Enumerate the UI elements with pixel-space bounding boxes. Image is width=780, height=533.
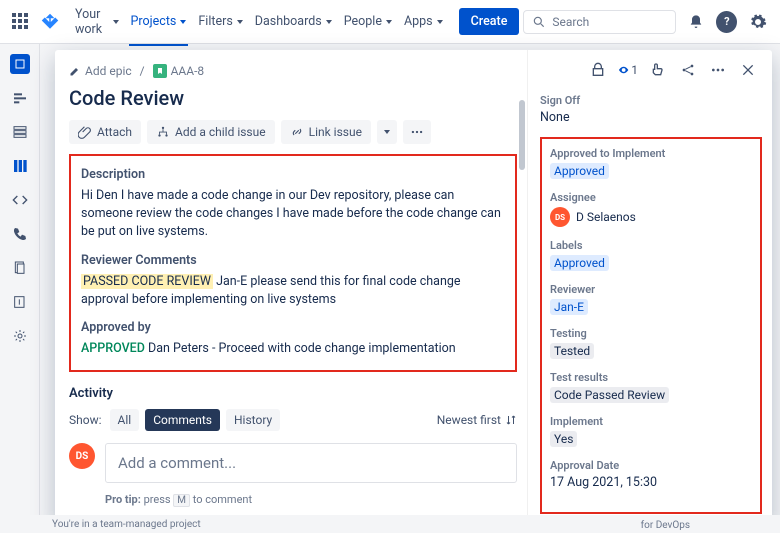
attachment-icon <box>78 125 92 139</box>
link-dropdown-button[interactable] <box>377 120 397 144</box>
chevron-down-icon <box>384 130 390 134</box>
field-label: Assignee <box>550 191 752 204</box>
issue-actions-icon[interactable] <box>708 60 728 80</box>
nav-your-work[interactable]: Your work <box>69 1 125 43</box>
activity-heading: Activity <box>69 386 517 401</box>
project-settings-icon[interactable] <box>10 326 30 346</box>
issue-title[interactable]: Code Review <box>69 86 517 110</box>
nav-filters[interactable]: Filters <box>192 8 248 35</box>
signoff-label: Sign Off <box>540 94 762 107</box>
child-issue-icon <box>156 125 170 139</box>
link-issue-button[interactable]: Link issue <box>281 120 371 144</box>
tab-all[interactable]: All <box>110 409 140 431</box>
approved-by-text: Dan Peters - Proceed with code change im… <box>148 341 456 356</box>
phone-icon[interactable] <box>10 224 30 244</box>
field-label: Reviewer <box>550 283 752 296</box>
field-value[interactable]: Tested <box>550 343 594 359</box>
devops-chip: for DevOps <box>641 520 690 531</box>
scrollbar-thumb[interactable] <box>519 100 525 170</box>
show-label: Show: <box>69 413 102 427</box>
field-value[interactable]: Jan-E <box>550 299 588 315</box>
search-placeholder: Search <box>552 15 589 29</box>
sort-icon <box>505 414 517 426</box>
approved-by-heading: Approved by <box>81 319 505 337</box>
current-user-avatar: DS <box>69 443 95 469</box>
field-value[interactable]: Approved <box>550 163 609 179</box>
field-value[interactable]: Approved <box>550 255 609 271</box>
vote-icon[interactable] <box>648 60 668 80</box>
chevron-down-icon <box>386 20 392 24</box>
add-comment-input[interactable]: Add a comment... <box>105 443 517 483</box>
project-avatar-icon[interactable] <box>10 54 30 74</box>
watch-count: 1 <box>631 63 638 77</box>
lock-icon[interactable] <box>588 60 608 80</box>
add-shortcut-icon[interactable] <box>10 292 30 312</box>
chevron-down-icon <box>113 20 119 24</box>
more-actions-button[interactable] <box>403 120 431 144</box>
search-input[interactable]: Search <box>523 10 675 34</box>
description-heading: Description <box>81 166 505 184</box>
nav-people[interactable]: People <box>338 8 398 35</box>
field-value[interactable]: 17 Aug 2021, 15:30 <box>550 475 752 490</box>
app-switcher-icon[interactable] <box>12 13 29 31</box>
chevron-down-icon <box>326 20 332 24</box>
help-icon[interactable]: ? <box>716 11 737 33</box>
field-label: Labels <box>550 239 752 252</box>
description-text: Hi Den I have made a code change in our … <box>81 187 505 241</box>
search-icon <box>532 15 546 29</box>
link-icon <box>290 125 304 139</box>
create-button[interactable]: Create <box>459 8 520 35</box>
reviewer-comments-heading: Reviewer Comments <box>81 252 505 270</box>
protip-text: Pro tip: press M to comment <box>105 493 517 506</box>
notifications-icon[interactable] <box>686 11 707 33</box>
issue-key-link[interactable]: AAA-8 <box>153 64 205 78</box>
project-type-hint: You're in a team-managed project <box>52 519 201 530</box>
field-value[interactable]: Code Passed Review <box>550 387 669 403</box>
review-status-badge: PASSED CODE REVIEW <box>81 274 213 289</box>
field-label: Approval Date <box>550 459 752 472</box>
add-epic-link[interactable]: Add epic <box>69 64 132 78</box>
nav-dashboards[interactable]: Dashboards <box>249 8 338 35</box>
code-icon[interactable] <box>10 190 30 210</box>
settings-icon[interactable] <box>747 11 768 33</box>
field-label: Implement <box>550 415 752 428</box>
field-value[interactable]: Yes <box>550 431 577 447</box>
attach-button[interactable]: Attach <box>69 120 141 144</box>
add-epic-label: Add epic <box>85 64 132 78</box>
field-label: Testing <box>550 327 752 340</box>
nav-apps[interactable]: Apps <box>398 8 449 35</box>
field-label: Approved to Implement <box>550 147 752 160</box>
approved-badge: APPROVED <box>81 341 145 356</box>
board-icon[interactable] <box>10 156 30 176</box>
tab-history[interactable]: History <box>226 409 280 431</box>
roadmap-icon[interactable] <box>10 88 30 108</box>
chevron-down-icon <box>180 20 186 24</box>
close-button[interactable] <box>738 60 758 80</box>
assignee-avatar: DS <box>550 207 570 227</box>
add-child-button[interactable]: Add a child issue <box>147 120 275 144</box>
jira-logo-icon[interactable] <box>41 13 59 31</box>
share-icon[interactable] <box>678 60 698 80</box>
chevron-down-icon <box>237 20 243 24</box>
story-icon <box>153 64 167 78</box>
sort-button[interactable]: Newest first <box>437 413 517 427</box>
description-section: Description Hi Den I have made a code ch… <box>69 154 517 372</box>
field-label: Test results <box>550 371 752 384</box>
breadcrumb: Add epic / AAA-8 <box>69 64 517 78</box>
signoff-value[interactable]: None <box>540 110 762 125</box>
backlog-icon[interactable] <box>10 122 30 142</box>
pencil-icon <box>69 65 81 77</box>
more-icon <box>410 125 424 139</box>
watch-button[interactable]: 1 <box>618 60 638 80</box>
chevron-down-icon <box>437 20 443 24</box>
tab-comments[interactable]: Comments <box>145 409 220 431</box>
field-value[interactable]: DSD Selaenos <box>550 207 752 227</box>
nav-projects[interactable]: Projects <box>125 8 193 35</box>
watch-icon <box>618 62 629 78</box>
issue-key-label: AAA-8 <box>171 64 205 78</box>
pages-icon[interactable] <box>10 258 30 278</box>
